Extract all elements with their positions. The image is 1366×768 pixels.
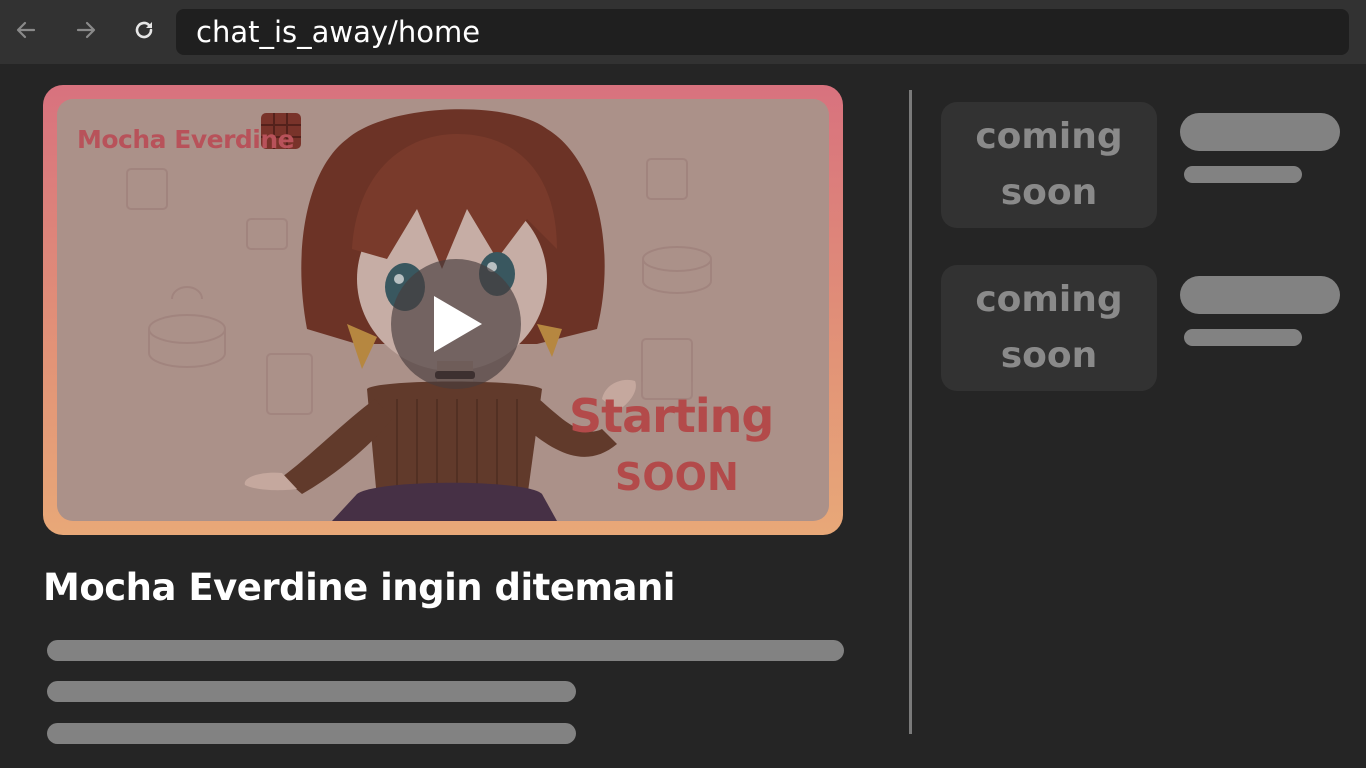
address-bar[interactable]: chat_is_away/home bbox=[176, 9, 1349, 55]
thumbnail-name-text: Mocha Everdine bbox=[77, 125, 295, 154]
video-player[interactable]: Mocha Everdine Starting SOON bbox=[43, 85, 843, 535]
arrow-left-icon bbox=[16, 21, 36, 39]
play-button[interactable] bbox=[391, 259, 521, 389]
description-placeholder-line bbox=[47, 640, 844, 661]
back-button[interactable] bbox=[10, 14, 42, 46]
recommended-video-thumbnail[interactable]: coming soon bbox=[941, 265, 1157, 391]
coming-text: coming bbox=[975, 279, 1123, 320]
reload-button[interactable] bbox=[128, 14, 160, 46]
thumbnail-starting-text: Starting bbox=[569, 389, 774, 443]
coming-text: coming bbox=[975, 116, 1123, 157]
description-placeholder-line bbox=[47, 723, 576, 744]
reload-icon bbox=[135, 21, 153, 39]
arrow-right-icon bbox=[76, 21, 96, 39]
forward-button[interactable] bbox=[70, 14, 102, 46]
description-placeholder-line bbox=[47, 681, 576, 702]
video-title: Mocha Everdine ingin ditemani bbox=[43, 566, 676, 609]
video-thumbnail: Mocha Everdine Starting SOON bbox=[57, 99, 829, 521]
address-url: chat_is_away/home bbox=[196, 15, 481, 49]
recommended-meta-placeholder bbox=[1184, 329, 1302, 346]
main-content: Mocha Everdine Starting SOON Mocha Everd… bbox=[0, 64, 1366, 768]
column-divider bbox=[909, 90, 912, 734]
soon-text: soon bbox=[1000, 172, 1098, 213]
browser-toolbar: chat_is_away/home bbox=[0, 0, 1366, 64]
recommended-video-thumbnail[interactable]: coming soon bbox=[941, 102, 1157, 228]
play-icon bbox=[434, 296, 482, 352]
recommended-meta-placeholder bbox=[1184, 166, 1302, 183]
thumbnail-soon-text: SOON bbox=[615, 455, 739, 499]
recommended-title-placeholder bbox=[1180, 276, 1340, 314]
soon-text: soon bbox=[1000, 335, 1098, 376]
recommended-title-placeholder bbox=[1180, 113, 1340, 151]
